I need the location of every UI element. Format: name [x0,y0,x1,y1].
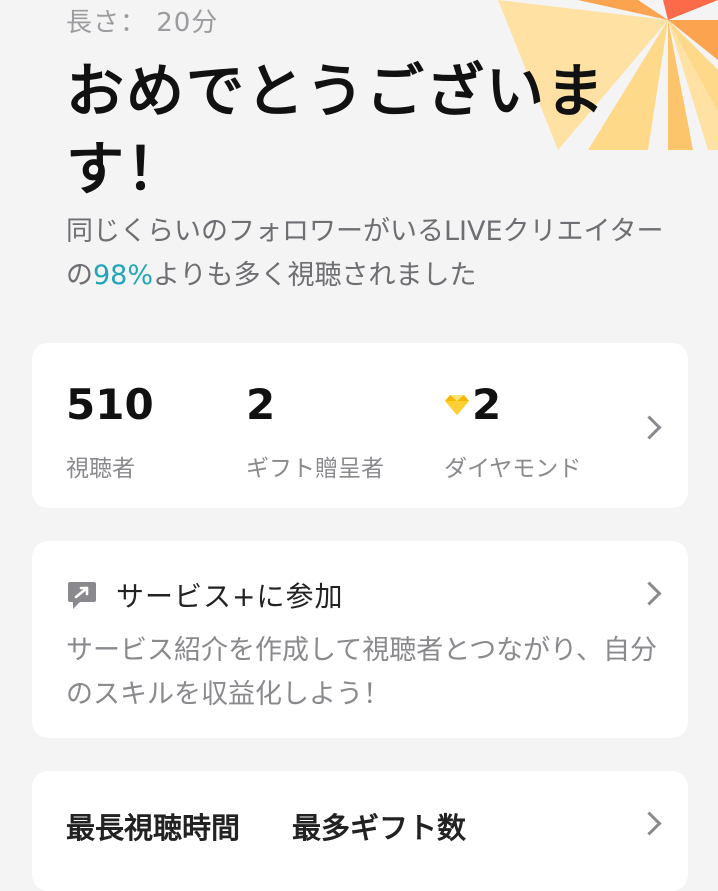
service-header: サービス+に参加 [66,575,343,615]
diamonds-count: 2 [472,380,502,429]
stat-gifters: 2 ギフト贈呈者 [246,379,384,483]
stats-card[interactable]: 510 視聴者 2 ギフト贈呈者 2 ダイヤモンド [32,343,688,508]
diamonds-label: ダイヤモンド [444,456,582,482]
stat-viewers: 510 視聴者 [66,379,154,483]
gifters-count: 2 [246,380,276,429]
chevron-right-icon [637,811,662,836]
service-description: サービス紹介を作成して視聴者とつながり、自分のスキルを収益化しよう！ [66,635,658,710]
chevron-right-icon [637,415,662,440]
performance-summary: 同じくらいのフォロワーがいるLIVEクリエイターの98%よりも多く視聴されました [66,210,666,298]
gifters-label: ギフト贈呈者 [246,456,384,482]
tab-longest-watch-time[interactable]: 最長視聴時間 [66,805,240,847]
chat-bubble-icon [68,582,96,609]
tab-most-gifts[interactable]: 最多ギフト数 [292,805,466,847]
congratulations-title: おめでとうございます！ [66,57,607,203]
summary-percent: 98% [93,260,154,291]
stat-diamonds: 2 ダイヤモンド [444,379,581,483]
viewers-count: 510 [66,380,154,429]
service-plus-card[interactable]: サービス+に参加 サービス紹介を作成して視聴者とつながり、自分のスキルを収益化し… [32,541,688,738]
viewers-label: 視聴者 [66,456,135,482]
ranking-card[interactable]: 最長視聴時間 最多ギフト数 [32,771,688,891]
diamond-icon [445,395,469,415]
live-duration-text: 長さ： 20分 [66,8,219,38]
summary-text-after: よりも多く視聴されました [153,260,477,291]
service-title: サービス+に参加 [116,580,344,613]
ranking-tabs: 最長視聴時間 最多ギフト数 [66,805,466,847]
chevron-right-icon [637,581,662,606]
diamonds-value-row: 2 [444,379,581,431]
